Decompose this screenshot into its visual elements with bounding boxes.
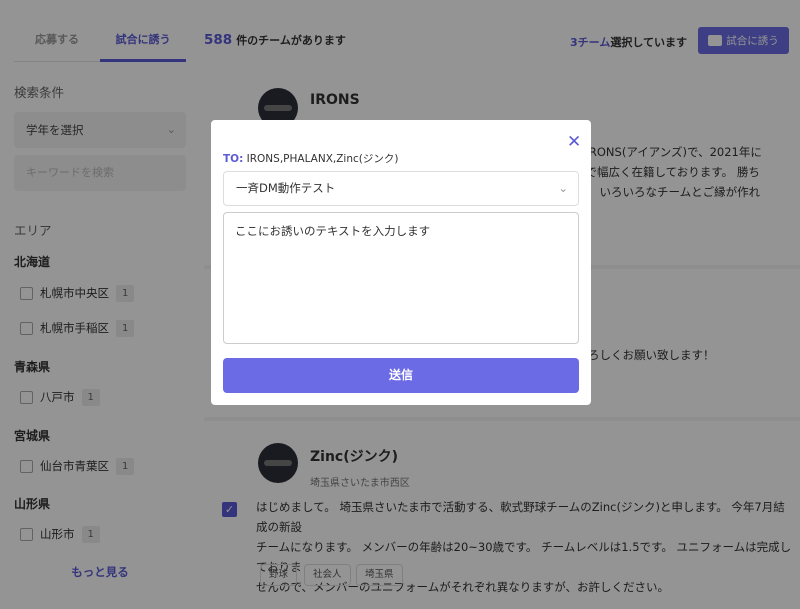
invite-modal: ✕ TO: IRONS,PHALANX,Zinc(ジンク) 一斉DM動作テスト …: [211, 120, 591, 405]
message-textarea[interactable]: ここにお誘いのテキストを入力します: [223, 212, 579, 344]
template-select-value: 一斉DM動作テスト: [236, 181, 336, 195]
send-button[interactable]: 送信: [223, 358, 579, 393]
to-label: TO:: [223, 153, 244, 165]
recipients: TO: IRONS,PHALANX,Zinc(ジンク): [223, 151, 398, 166]
chevron-down-icon: ⌄: [558, 181, 568, 195]
to-value: IRONS,PHALANX,Zinc(ジンク): [246, 153, 399, 165]
template-select[interactable]: 一斉DM動作テスト ⌄: [223, 171, 579, 206]
close-icon[interactable]: ✕: [567, 132, 581, 152]
